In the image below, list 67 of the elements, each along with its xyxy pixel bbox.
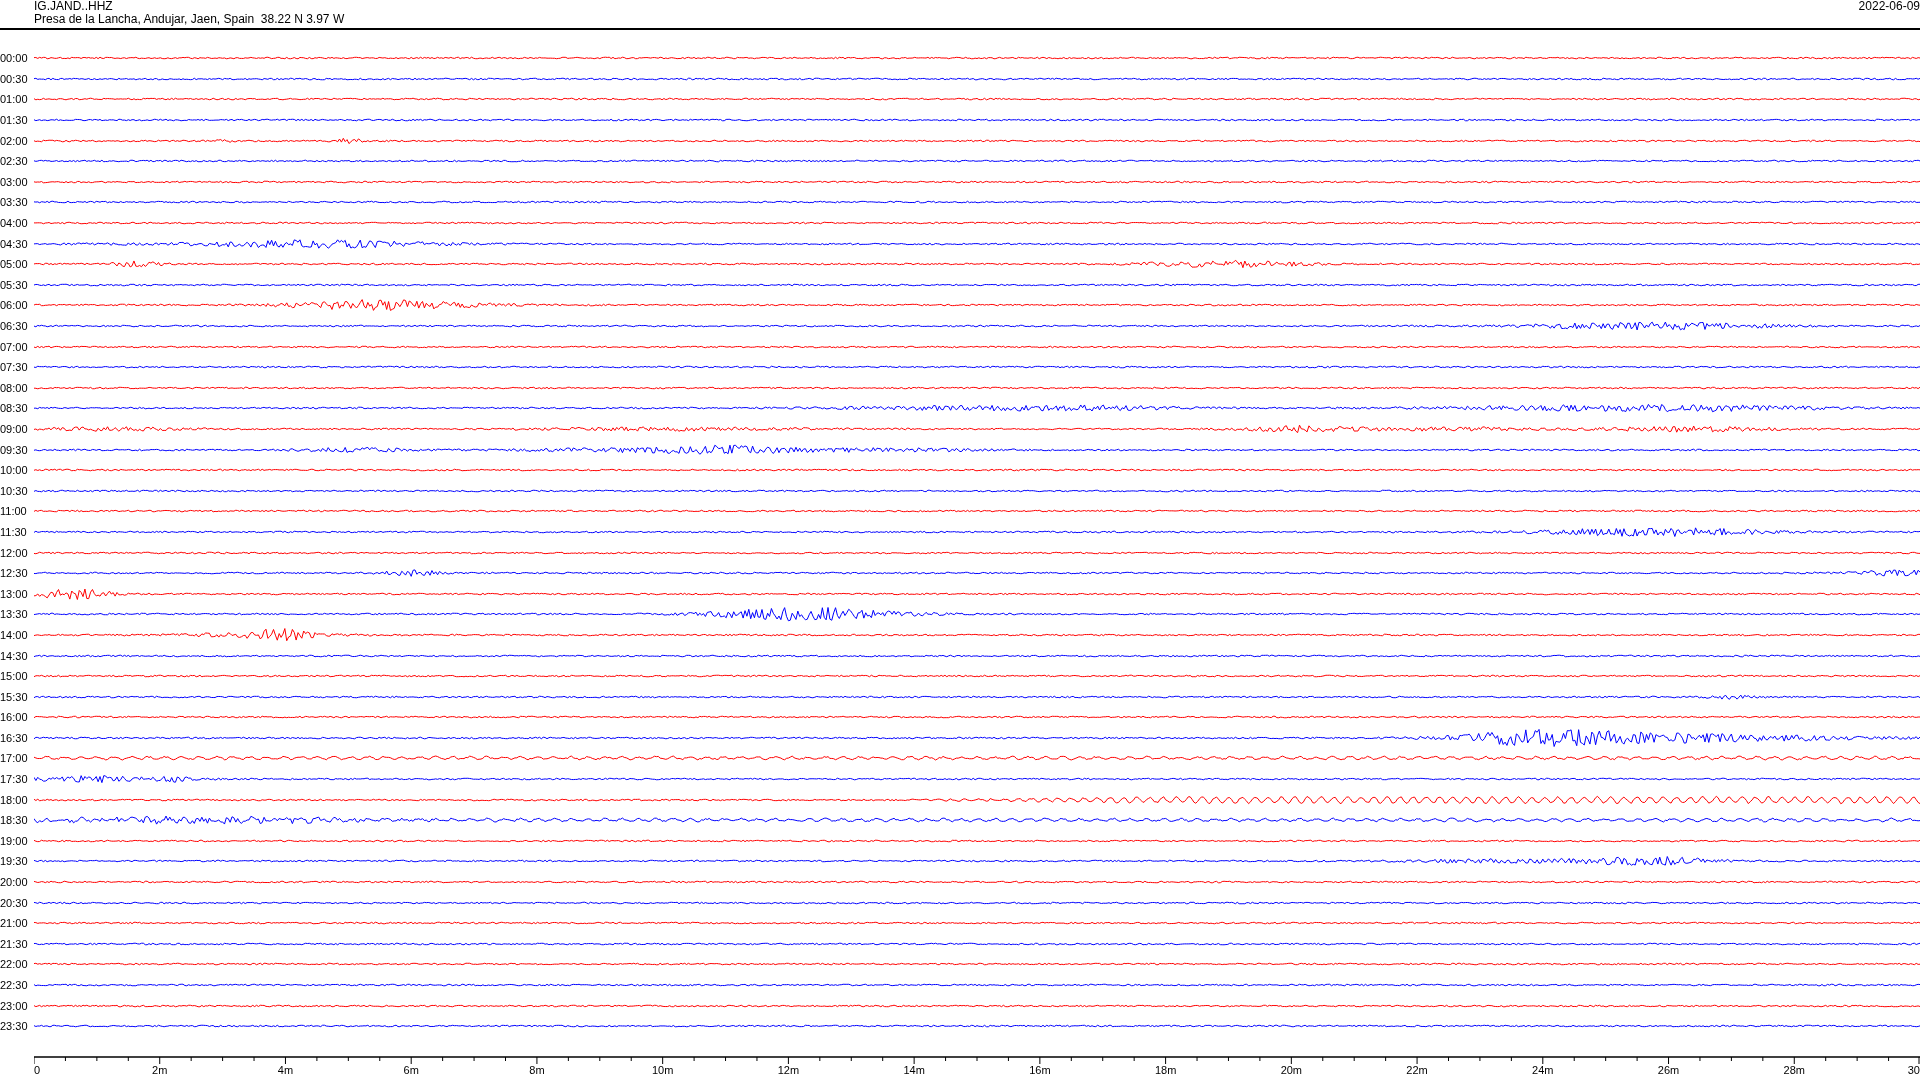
time-label: 17:30 — [0, 773, 29, 786]
time-label: 02:00 — [0, 134, 29, 147]
time-label: 15:30 — [0, 690, 29, 703]
axis-label: 24m — [1532, 1064, 1554, 1077]
axis-label: 12m — [777, 1064, 800, 1077]
time-label: 00:30 — [0, 72, 29, 85]
time-label: 19:30 — [0, 855, 29, 868]
axis-label: 30 — [1907, 1064, 1920, 1077]
time-label: 09:30 — [0, 443, 29, 456]
time-label: 12:00 — [0, 546, 29, 559]
time-label: 01:30 — [0, 114, 29, 127]
axis-label: 20m — [1280, 1064, 1303, 1077]
time-label: 11:00 — [0, 505, 28, 518]
axis-label: 16m — [1029, 1064, 1051, 1077]
time-label: 13:00 — [0, 587, 29, 600]
time-label: 04:00 — [0, 217, 29, 230]
time-label: 21:00 — [0, 917, 29, 930]
time-label: 11:30 — [0, 525, 28, 538]
time-label: 08:30 — [0, 402, 29, 415]
time-label: 02:30 — [0, 155, 29, 168]
time-label: 22:00 — [0, 958, 29, 971]
axis-label: 6m — [403, 1064, 419, 1077]
axis-label: 26m — [1657, 1064, 1680, 1077]
time-label: 07:00 — [0, 340, 29, 353]
time-label: 03:30 — [0, 196, 29, 209]
axis-label: 28m — [1783, 1064, 1805, 1077]
time-label: 23:30 — [0, 1020, 29, 1033]
axis-label: 4m — [277, 1064, 294, 1077]
time-label: 08:00 — [0, 381, 29, 394]
time-label: 09:00 — [0, 423, 29, 435]
time-label: 07:30 — [0, 361, 29, 374]
time-label: 23:00 — [0, 999, 29, 1012]
axis-label: 10m — [651, 1064, 674, 1077]
time-label: 06:30 — [0, 320, 29, 332]
axis-label: 18m — [1154, 1064, 1177, 1077]
station-location: Presa de la Lancha, Andujar, Jaen, Spain 38.22 N 3.97 W — [34, 13, 345, 26]
time-label: 03:00 — [0, 175, 29, 188]
time-label: 12:30 — [0, 567, 29, 580]
time-label: 17:00 — [0, 752, 29, 765]
axis-label: 2m — [152, 1064, 168, 1077]
time-label: 13:30 — [0, 608, 29, 621]
axis-label: 22m — [1406, 1064, 1428, 1077]
axis-label: 14m — [903, 1064, 925, 1077]
time-label: 21:30 — [0, 937, 29, 950]
time-label: 06:00 — [0, 299, 29, 312]
time-label: 04:30 — [0, 237, 29, 250]
time-label: 05:30 — [0, 278, 29, 291]
time-label: 19:00 — [0, 834, 29, 847]
station-code: IG.JAND..HHZ — [34, 0, 114, 13]
time-label: 16:30 — [0, 731, 29, 744]
axis-label: 0 — [34, 1064, 41, 1077]
time-label: 14:00 — [0, 628, 29, 641]
time-label: 00:00 — [0, 52, 29, 65]
time-label: 16:00 — [0, 711, 29, 724]
time-label: 20:30 — [0, 896, 29, 909]
time-label: 10:30 — [0, 484, 29, 497]
time-label: 14:30 — [0, 649, 29, 662]
time-label: 18:30 — [0, 814, 29, 827]
axis-label: 8m — [529, 1064, 545, 1077]
time-label: 05:00 — [0, 258, 29, 271]
time-label: 22:30 — [0, 979, 29, 991]
time-label: 18:00 — [0, 793, 29, 806]
time-label: 20:00 — [0, 876, 29, 889]
record-date: 2022-06-09 — [1858, 0, 1920, 15]
time-label: 01:00 — [0, 93, 29, 106]
time-label: 15:00 — [0, 670, 29, 683]
time-label: 10:00 — [0, 464, 29, 477]
